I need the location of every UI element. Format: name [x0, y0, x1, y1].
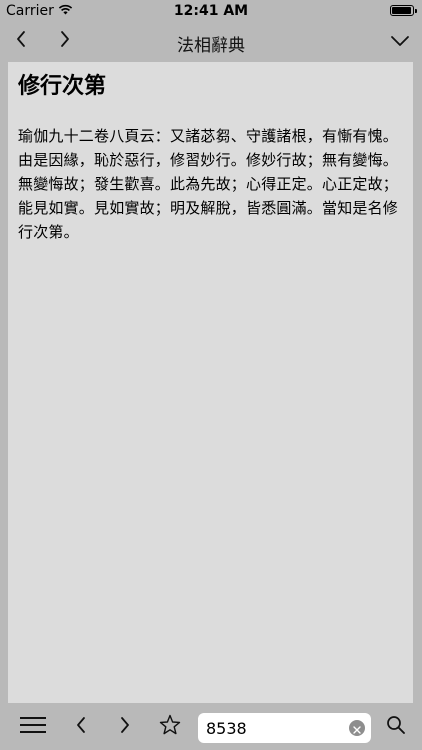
search-button[interactable] — [381, 712, 411, 742]
next-entry-button[interactable] — [110, 712, 140, 742]
search-input[interactable] — [206, 713, 346, 743]
search-box[interactable] — [198, 713, 371, 743]
dropdown-button[interactable] — [384, 26, 416, 56]
entry-body: 瑜伽九十二卷八頁云：又諸苾芻、守護諸根，有慚有愧。由是因緣，恥於惡行，修習妙行。… — [18, 127, 399, 241]
entry-content[interactable]: 修行次第 瑜伽九十二卷八頁云：又諸苾芻、守護諸根，有慚有愧。由是因緣，恥於惡行，… — [8, 62, 413, 703]
search-icon — [386, 715, 406, 739]
status-bar: Carrier 12:41 AM — [0, 0, 422, 22]
bookmark-button[interactable] — [155, 712, 185, 742]
battery-icon — [390, 5, 417, 16]
clear-button[interactable] — [349, 720, 365, 736]
navigation-bar: 法相辭典 — [0, 22, 422, 60]
previous-entry-button[interactable] — [66, 712, 96, 742]
status-time: 12:41 AM — [173, 3, 249, 19]
chevron-left-icon — [75, 716, 87, 738]
clear-icon — [353, 719, 361, 738]
chevron-down-icon — [390, 32, 410, 51]
menu-icon — [20, 716, 46, 738]
bottom-toolbar — [0, 704, 422, 750]
entry-title: 修行次第 — [18, 74, 107, 99]
battery-level — [392, 7, 411, 14]
nav-title: 法相辭典 — [177, 36, 245, 56]
menu-button[interactable] — [18, 712, 48, 742]
star-icon — [159, 714, 181, 740]
chevron-right-icon — [119, 716, 131, 738]
